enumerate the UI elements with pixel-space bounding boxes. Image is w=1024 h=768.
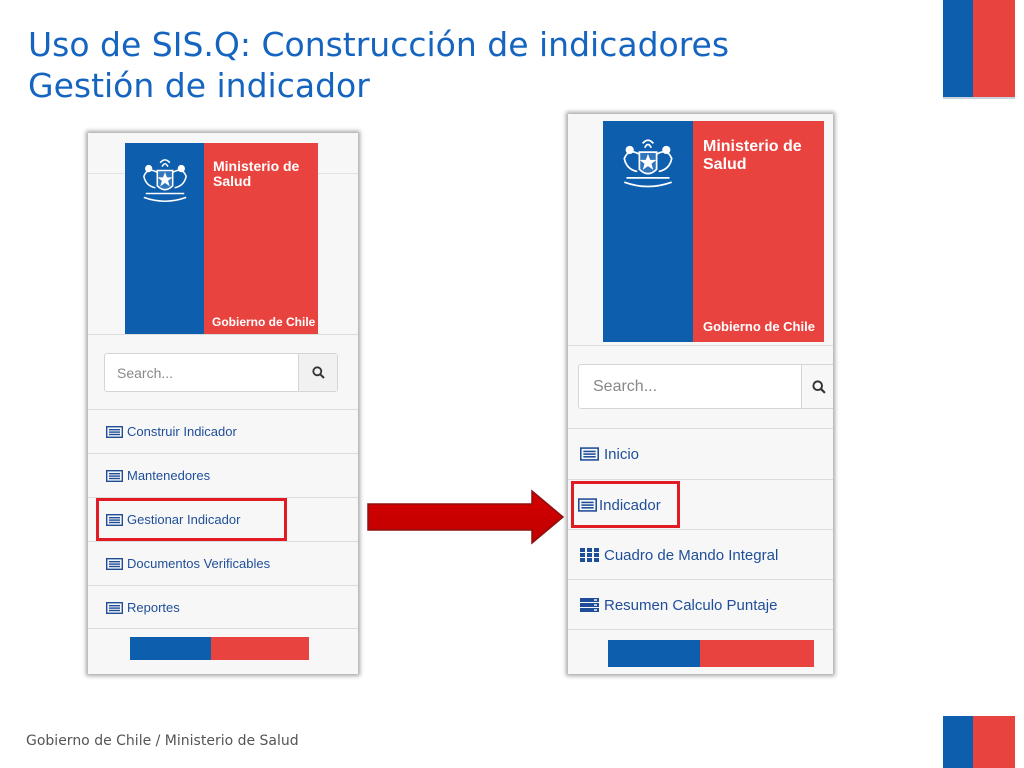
menu-item-mantenedores[interactable]: Mantenedores [88,454,358,497]
highlight-indicador [571,481,680,528]
menu-item-reportes[interactable]: Reportes [88,586,358,629]
menu-item-label: Mantenedores [127,468,211,483]
slide-title-line2: Gestión de indicador [28,66,370,105]
search-icon [812,379,826,394]
list-icon [106,425,123,438]
menu-item-label: Reportes [127,600,180,615]
highlight-gestionar-indicador [96,498,287,541]
right-arrow-icon [367,489,565,545]
search-icon [311,366,325,379]
menu-item-inicio[interactable]: Inicio [568,429,833,479]
chile-coat-of-arms-icon [142,159,187,202]
menu-item-label: Inicio [604,445,640,463]
list-icon [106,557,123,570]
menu-item-label: Construir Indicador [127,424,237,439]
slide-title: Uso de SIS.Q: Construcción de indicadore… [28,24,729,106]
search-input[interactable] [105,354,298,391]
slide-title-line1: Uso de SIS.Q: Construcción de indicadore… [28,25,730,64]
sidebar-search [578,364,833,409]
menu-item-documentos-verificables[interactable]: Documentos Verificables [88,542,358,585]
list-icon [106,601,123,614]
menu-item-label: Documentos Verificables [127,556,271,571]
menu-item-label: Resumen Calculo Puntaje [604,596,778,614]
ministerio-de-salud-logo: Ministerio de Salud Gobierno de Chile [603,121,824,342]
sidebar-search [104,353,338,392]
logo-government-text: Gobierno de Chile [703,319,815,334]
search-button[interactable] [801,365,833,408]
flag-bar [608,640,814,667]
menu-item-construir-indicador[interactable]: Construir Indicador [88,410,358,453]
list-icon [106,469,123,482]
chile-coat-of-arms-icon [623,139,673,188]
server-icon [580,598,599,612]
logo-ministry-text: Ministerio de Salud [703,138,802,173]
search-input[interactable] [579,365,801,408]
grid-icon [580,548,599,562]
sidebar-screenshot-before: Ministerio de Salud Gobierno de Chile Co… [88,133,358,674]
flag-bar [130,637,309,660]
corner-flag-bottom [943,716,1015,768]
slide-footer: Gobierno de Chile / Ministerio de Salud [26,733,299,749]
logo-government-text: Gobierno de Chile [212,315,316,329]
menu-item-label: Cuadro de Mando Integral [604,546,779,564]
ministerio-de-salud-logo: Ministerio de Salud Gobierno de Chile [125,143,318,335]
corner-flag-top [943,0,1015,99]
list-icon [580,447,599,461]
sidebar-screenshot-after: Ministerio de Salud Gobierno de Chile In… [568,114,833,674]
menu-item-cuadro-de-mando-integral[interactable]: Cuadro de Mando Integral [568,530,833,580]
menu-item-resumen-calculo-puntaje[interactable]: Resumen Calculo Puntaje [568,580,833,630]
search-button[interactable] [298,354,337,391]
logo-ministry-text: Ministerio de Salud [213,158,300,190]
